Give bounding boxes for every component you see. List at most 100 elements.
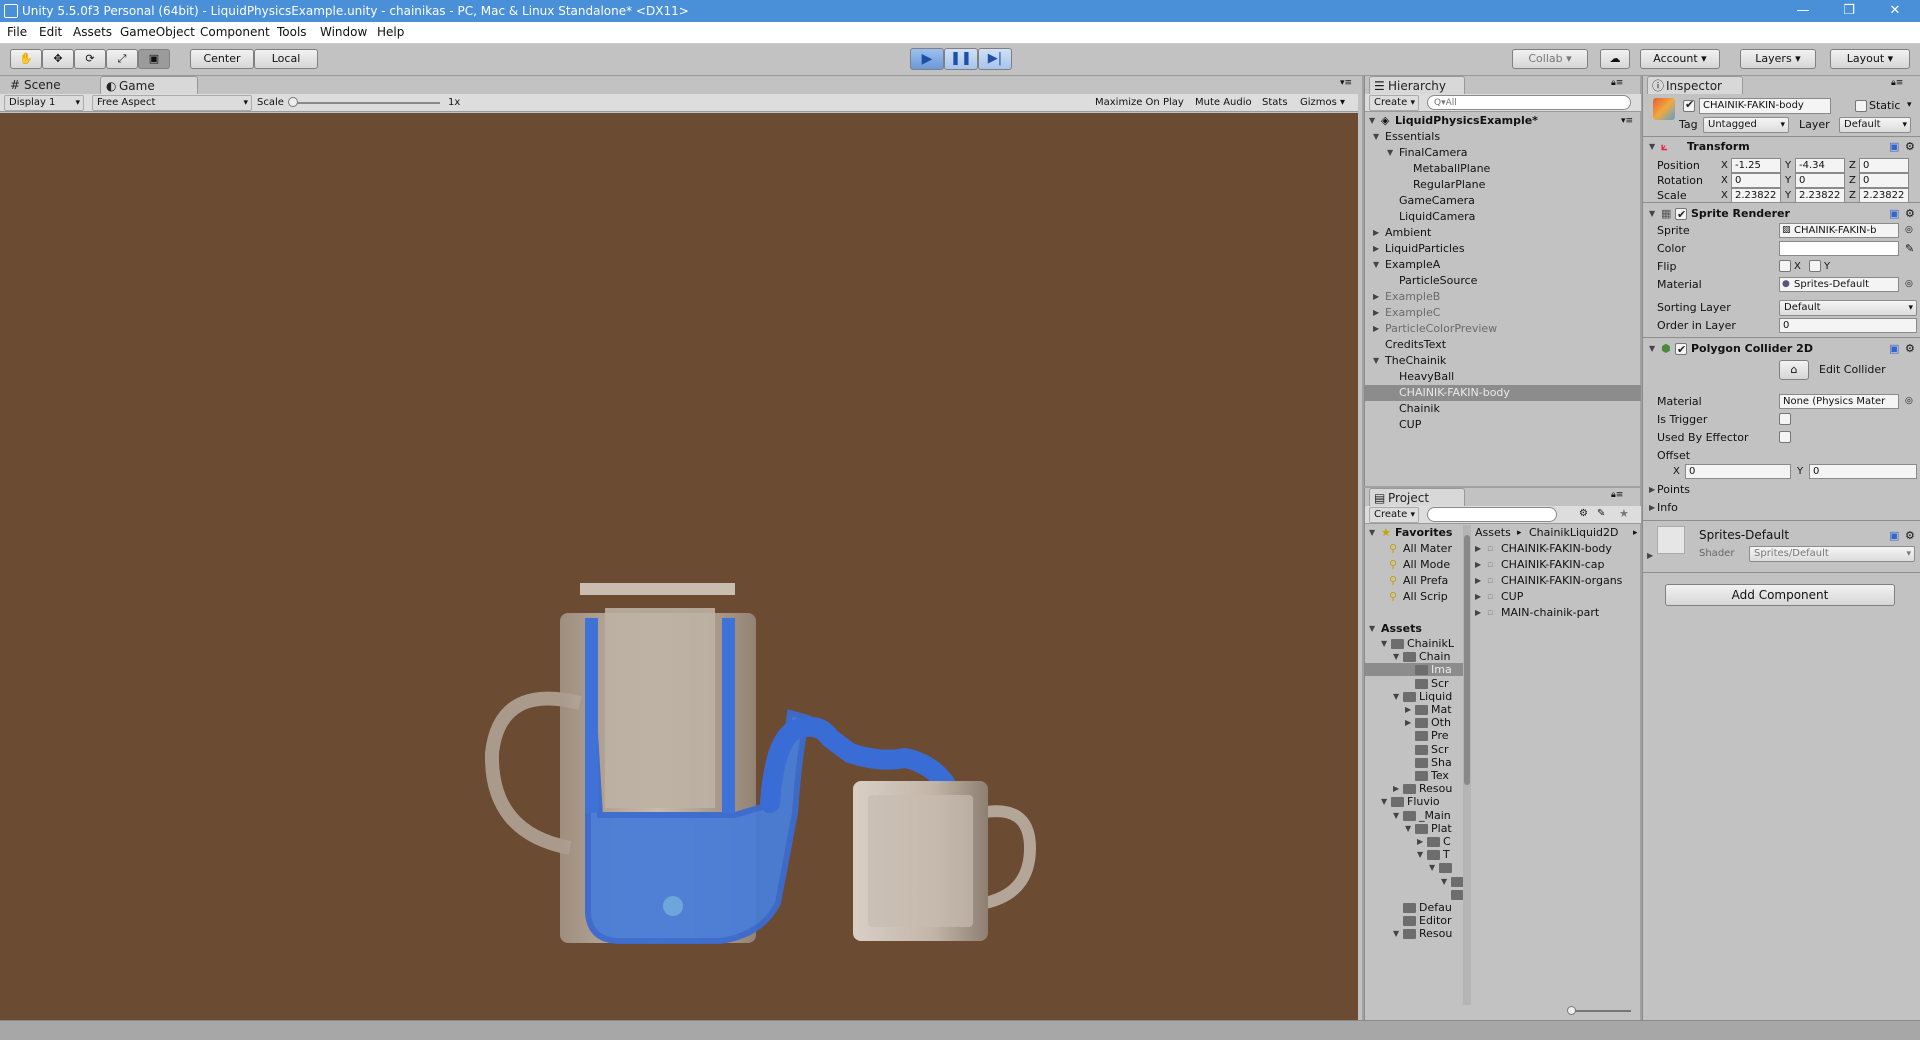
- gear-icon[interactable]: ⚙: [1905, 138, 1915, 156]
- maximize-on-play-toggle[interactable]: Maximize On Play: [1095, 95, 1184, 110]
- polygon-collider-enabled-checkbox[interactable]: [1675, 341, 1687, 359]
- collab-button[interactable]: Collab ▾: [1512, 49, 1588, 69]
- hierarchy-item[interactable]: Chainik: [1365, 401, 1641, 417]
- expand-arrow-icon[interactable]: ▶: [1475, 573, 1485, 589]
- hierarchy-item[interactable]: GameCamera: [1365, 193, 1641, 209]
- hierarchy-item[interactable]: ▶ ExampleB: [1365, 289, 1641, 305]
- expand-arrow-icon[interactable]: ▶: [1405, 703, 1415, 716]
- project-folder[interactable]: ▶ Oth: [1365, 716, 1465, 729]
- expand-arrow-icon[interactable]: ▶: [1475, 557, 1485, 573]
- favorite-item[interactable]: ⚲ All Scrip: [1365, 589, 1465, 605]
- rotation-z-field[interactable]: 0: [1859, 173, 1909, 188]
- project-folder[interactable]: ▼ Resou: [1365, 927, 1465, 940]
- eyedropper-icon[interactable]: ✎: [1905, 241, 1914, 256]
- project-folder[interactable]: ▼ ChainikL: [1365, 637, 1465, 650]
- scale-y-axis-label[interactable]: Y: [1785, 188, 1791, 203]
- scale-x-field[interactable]: 2.23822: [1731, 188, 1781, 203]
- filter-label-icon[interactable]: ✎: [1597, 508, 1605, 519]
- object-picker-icon[interactable]: ◎: [1905, 277, 1913, 292]
- help-book-icon[interactable]: ▣: [1889, 205, 1899, 223]
- static-dropdown-icon[interactable]: ▾: [1907, 98, 1912, 113]
- offset-x-field[interactable]: 0: [1685, 464, 1791, 479]
- filter-type-icon[interactable]: ⚙: [1579, 508, 1588, 519]
- rotation-z-axis-label[interactable]: Z: [1849, 173, 1856, 188]
- assets-root[interactable]: ▼ Assets: [1365, 621, 1465, 637]
- project-folder[interactable]: ▼ T: [1365, 848, 1465, 861]
- gameobject-name-field[interactable]: CHAINIK-FAKIN-body: [1699, 98, 1831, 114]
- hierarchy-item[interactable]: ▼ Essentials: [1365, 129, 1641, 145]
- hierarchy-item[interactable]: ▼ TheChainik: [1365, 353, 1641, 369]
- project-lock-icon[interactable]: 🔒︎≡: [1611, 490, 1623, 500]
- object-picker-icon[interactable]: ◎: [1905, 223, 1913, 238]
- flip-y-checkbox[interactable]: [1809, 260, 1821, 272]
- close-button[interactable]: ✕: [1872, 0, 1918, 22]
- pause-button[interactable]: ❚❚: [944, 48, 978, 70]
- project-folder[interactable]: ▼ Chain: [1365, 650, 1465, 663]
- collapse-arrow-icon[interactable]: ▼: [1441, 875, 1451, 888]
- layout-dropdown[interactable]: Layout ▾: [1830, 49, 1910, 69]
- asset-file[interactable]: ▶ ▫ CUP: [1473, 589, 1641, 605]
- scale-slider[interactable]: [288, 97, 440, 107]
- position-z-field[interactable]: 0: [1859, 158, 1909, 173]
- help-book-icon[interactable]: ▣: [1889, 528, 1899, 543]
- scale-y-field[interactable]: 2.23822: [1795, 188, 1845, 203]
- tab-inspector[interactable]: ⓘ Inspector: [1647, 76, 1743, 94]
- static-checkbox[interactable]: [1855, 100, 1867, 112]
- inspector-lock-icon[interactable]: 🔒︎≡: [1891, 78, 1903, 88]
- position-z-axis-label[interactable]: Z: [1849, 158, 1856, 173]
- menu-window[interactable]: Window: [320, 25, 367, 39]
- scene-menu-icon[interactable]: ▾≡: [1621, 113, 1633, 129]
- shader-dropdown[interactable]: Sprites/Default: [1749, 546, 1915, 562]
- project-folder[interactable]: ▼ Fluvio: [1365, 795, 1465, 808]
- cloud-button[interactable]: ☁: [1600, 49, 1630, 69]
- icon-size-slider-thumb[interactable]: [1567, 1006, 1576, 1015]
- hierarchy-create-dropdown[interactable]: Create: [1369, 95, 1419, 111]
- panel-menu-icon[interactable]: ▾≡: [1340, 78, 1352, 88]
- mute-audio-toggle[interactable]: Mute Audio: [1195, 95, 1252, 110]
- icon-size-slider[interactable]: [1567, 1006, 1631, 1015]
- project-folder[interactable]: ▶ Resou: [1365, 782, 1465, 795]
- favorites-header[interactable]: ▼ ★ Favorites: [1365, 525, 1465, 541]
- hierarchy-item[interactable]: CreditsText: [1365, 337, 1641, 353]
- project-folder[interactable]: ▶ C: [1365, 835, 1465, 848]
- hierarchy-search-input[interactable]: [1427, 95, 1631, 110]
- asset-file[interactable]: ▶ ▫ CHAINIK-FAKIN-cap: [1473, 557, 1641, 573]
- collapse-arrow-icon[interactable]: ▼: [1381, 795, 1391, 808]
- collapse-arrow-icon[interactable]: ▼: [1373, 353, 1383, 369]
- hierarchy-item[interactable]: LiquidCamera: [1365, 209, 1641, 225]
- project-folder[interactable]: ▼ _Main: [1365, 809, 1465, 822]
- scale-z-field[interactable]: 2.23822: [1859, 188, 1909, 203]
- collapse-arrow-icon[interactable]: ▼: [1373, 257, 1383, 273]
- layers-dropdown[interactable]: Layers ▾: [1740, 49, 1816, 69]
- hand-tool-button[interactable]: ✋: [10, 49, 42, 69]
- expand-arrow-icon[interactable]: ▶: [1475, 605, 1485, 621]
- tab-scene[interactable]: # Scene: [6, 76, 102, 94]
- project-search-input[interactable]: [1427, 507, 1557, 522]
- add-component-button[interactable]: Add Component: [1665, 584, 1895, 606]
- pivot-center-button[interactable]: Center: [190, 49, 254, 69]
- expand-arrow-icon[interactable]: ▶: [1373, 289, 1383, 305]
- hierarchy-item[interactable]: CUP: [1365, 417, 1641, 433]
- sprite-field[interactable]: ▧ CHAINIK-FAKIN-b: [1779, 223, 1899, 238]
- menu-component[interactable]: Component: [200, 25, 270, 39]
- hierarchy-item[interactable]: ▼ FinalCamera: [1365, 145, 1641, 161]
- rotation-y-field[interactable]: 0: [1795, 173, 1845, 188]
- step-button[interactable]: ▶|: [978, 48, 1012, 70]
- collapse-arrow-icon[interactable]: ▼: [1381, 637, 1391, 650]
- display-dropdown[interactable]: Display 1: [4, 95, 84, 111]
- breadcrumb-chainikliquid2d[interactable]: ChainikLiquid2D: [1529, 525, 1619, 541]
- expand-arrow-icon[interactable]: ▶: [1373, 321, 1383, 337]
- project-folder[interactable]: ▼ Plat: [1365, 822, 1465, 835]
- project-folder[interactable]: Defau: [1365, 901, 1465, 914]
- project-tree-scrollbar[interactable]: [1463, 525, 1471, 1005]
- expand-arrow-icon[interactable]: ▶: [1373, 225, 1383, 241]
- aspect-dropdown[interactable]: Free Aspect: [92, 95, 252, 111]
- menu-file[interactable]: File: [7, 25, 27, 39]
- expand-arrow-icon[interactable]: ▶: [1475, 541, 1485, 557]
- tab-hierarchy[interactable]: ☰ Hierarchy: [1369, 76, 1465, 94]
- project-folder[interactable]: ▼: [1365, 875, 1465, 888]
- project-folder[interactable]: ▶ Mat: [1365, 703, 1465, 716]
- hierarchy-item[interactable]: ParticleSource: [1365, 273, 1641, 289]
- collapse-arrow-icon[interactable]: ▼: [1393, 650, 1403, 663]
- hierarchy-item[interactable]: ▶ Ambient: [1365, 225, 1641, 241]
